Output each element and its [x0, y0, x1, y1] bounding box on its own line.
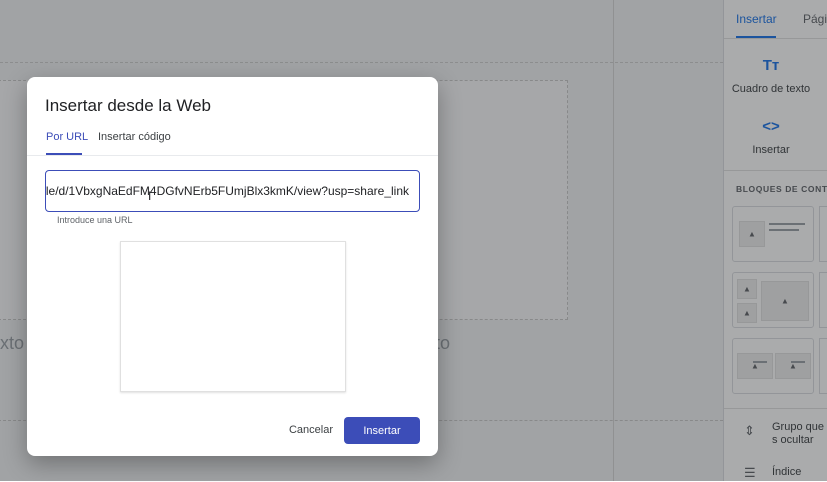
url-field[interactable]	[45, 170, 420, 212]
url-input[interactable]	[46, 171, 409, 211]
tab-insertar-codigo[interactable]: Insertar código	[98, 131, 171, 143]
tab-por-url[interactable]: Por URL	[46, 131, 88, 143]
url-helper-text: Introduce una URL	[57, 215, 133, 225]
embed-dialog: Insertar desde la Web Por URL Insertar c…	[27, 77, 438, 456]
cancel-button[interactable]: Cancelar	[279, 418, 343, 442]
embed-preview	[120, 241, 346, 392]
insert-button[interactable]: Insertar	[344, 417, 420, 444]
text-cursor-icon: I	[148, 189, 152, 203]
dialog-title: Insertar desde la Web	[45, 96, 211, 115]
tabs-divider	[27, 155, 438, 156]
